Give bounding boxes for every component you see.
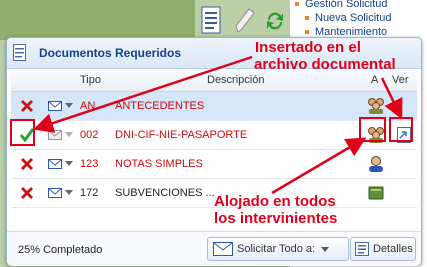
annotation-hosted-line2: los intervinientes: [214, 210, 338, 227]
annotation-inserted-line2: archivo documental: [254, 56, 396, 73]
annotation-inserted-line1: Insertado en el: [255, 39, 361, 56]
annotation-hosted-line1: Alojado en todos: [214, 193, 336, 210]
